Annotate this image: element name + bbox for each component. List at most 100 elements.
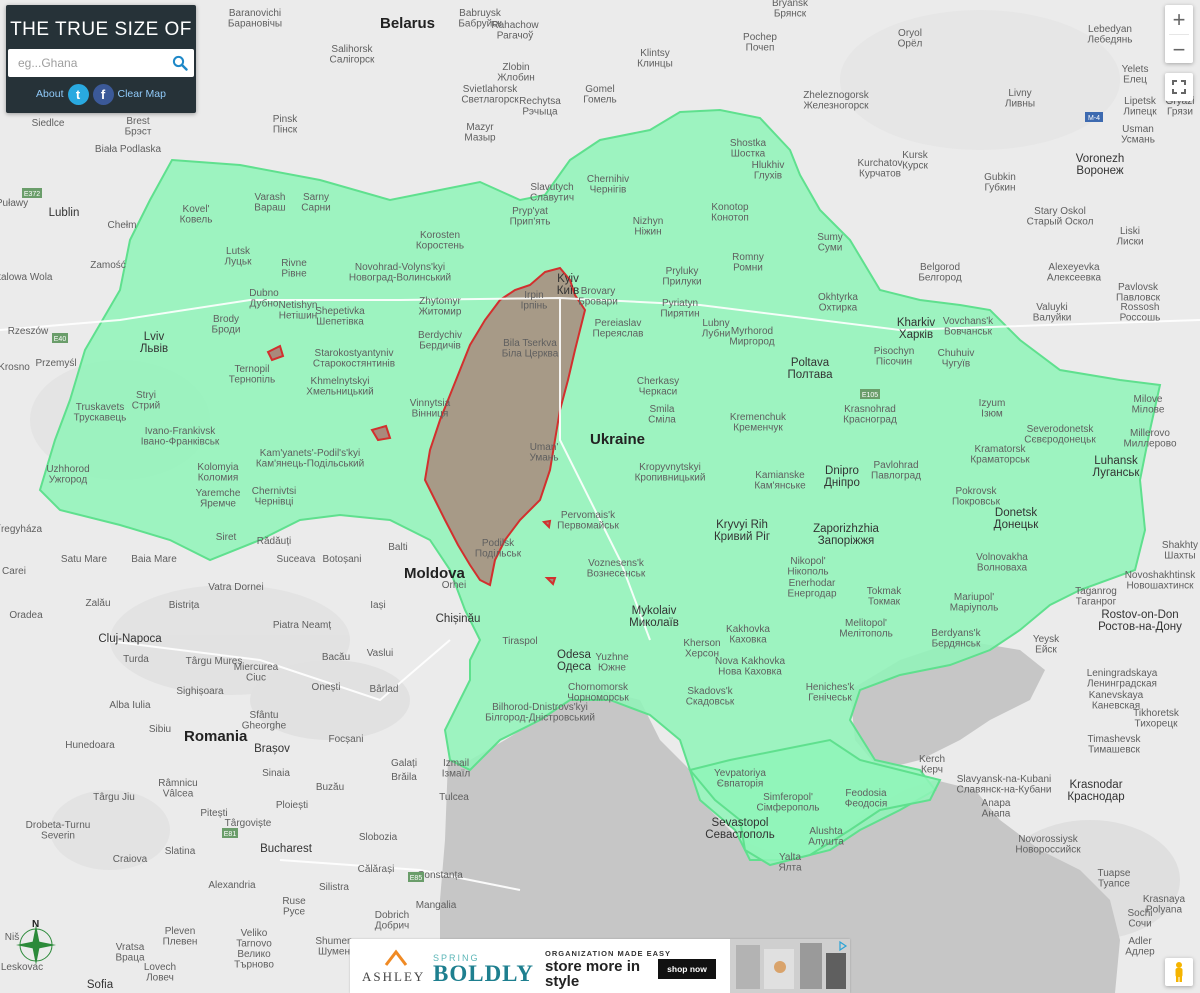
place-label-chuhuiv: Chuhuiv Чугуїв bbox=[938, 348, 975, 370]
place-label-buzau: Buzău bbox=[316, 782, 344, 793]
map-canvas[interactable]: Belarus Ukraine Moldova Romania Baranovi… bbox=[0, 0, 1200, 993]
place-label-berdychiv: Berdychiv Бердичів bbox=[418, 330, 462, 352]
place-label-sumy: Sumy Суми bbox=[817, 232, 843, 254]
search-input[interactable] bbox=[8, 49, 168, 77]
ashley-logo-icon bbox=[384, 949, 408, 966]
place-label-sibiu: Sibiu bbox=[149, 724, 171, 735]
place-label-oryol: Oryol Орёл bbox=[898, 28, 923, 50]
svg-text:E372: E372 bbox=[24, 191, 40, 198]
place-label-pavlovsk: Pavlovsk Павловск bbox=[1116, 282, 1161, 304]
place-label-pulawy: Puławy bbox=[0, 198, 28, 209]
about-link[interactable]: About bbox=[36, 88, 63, 100]
place-label-prypyat: Pryp'yat Прип'ять bbox=[510, 206, 551, 228]
place-label-chernihiv: Chernihiv Чернігів bbox=[587, 174, 629, 196]
place-label-taganrog: Taganrog Таганрог bbox=[1075, 586, 1117, 608]
place-label-lovech: Lovech Ловеч bbox=[144, 962, 176, 984]
place-label-yeysk: Yeysk Ейск bbox=[1033, 634, 1060, 656]
street-view-button[interactable] bbox=[1165, 958, 1193, 986]
place-label-kremenchuk: Kremenchuk Кременчук bbox=[730, 412, 787, 434]
place-label-botosani: Botoșani bbox=[323, 554, 362, 565]
ad-photo bbox=[730, 939, 850, 993]
place-label-tiraspol: Tiraspol bbox=[502, 636, 537, 647]
place-label-izmail: Izmail Ізмаїл bbox=[442, 758, 471, 780]
place-label-gomel: Gomel Гомель bbox=[583, 84, 616, 106]
place-label-braila: Brăila bbox=[391, 772, 417, 783]
country-belarus: Belarus bbox=[380, 15, 435, 32]
place-label-krasnodar: Krasnodar Краснодар bbox=[1067, 779, 1124, 803]
adchoices-icon[interactable] bbox=[838, 941, 848, 951]
place-label-belgorod: Belgorod Белгород bbox=[918, 262, 962, 284]
place-label-shakhty: Shakhty Шахты bbox=[1162, 540, 1198, 562]
search-icon[interactable] bbox=[172, 55, 188, 71]
place-label-pervomaisk: Pervomais'k Первомайськ bbox=[557, 510, 619, 532]
place-label-pryluky: Pryluky Прилуки bbox=[662, 266, 701, 288]
clear-map-link[interactable]: Clear Map bbox=[118, 88, 166, 100]
place-label-chelm: Chełm bbox=[108, 220, 137, 231]
place-label-kryvyi: Kryvyi Rih Кривий Ріг bbox=[714, 519, 770, 543]
zoom-in-button[interactable]: + bbox=[1165, 5, 1193, 34]
place-label-anapa: Anapa Анапа bbox=[982, 798, 1011, 820]
place-label-krasnaya: Krasnaya Polyana bbox=[1143, 894, 1186, 916]
place-label-liski: Liski Лиски bbox=[1116, 226, 1143, 248]
svg-text:E85: E85 bbox=[410, 875, 423, 882]
place-label-odesa: Odesa Одеса bbox=[557, 649, 592, 673]
place-label-kropyvnytskyi: Kropyvnytskyi Кропивницький bbox=[635, 462, 706, 484]
place-label-zalau: Zalău bbox=[85, 598, 110, 609]
place-label-focsani: Focșani bbox=[328, 734, 363, 745]
place-label-ruse: Ruse Русе bbox=[282, 896, 306, 918]
place-label-vovchansk: Vovchans'k Вовчанськ bbox=[943, 316, 994, 338]
place-label-slatina: Slatina bbox=[165, 846, 196, 857]
place-label-balti: Balti bbox=[388, 542, 407, 553]
place-label-klintsy: Klintsy Клинцы bbox=[637, 48, 673, 70]
fullscreen-button[interactable] bbox=[1165, 73, 1193, 101]
place-label-romny: Romny Ромни bbox=[732, 252, 764, 274]
place-label-voznesensk: Voznesens'k Вознесенськ bbox=[587, 558, 646, 580]
place-label-novoshakhtinsk: Novoshakhtinsk Новошахтинск bbox=[1125, 570, 1197, 592]
place-label-varash: Varash Вараш bbox=[254, 192, 285, 214]
place-label-adler: Adler Адлер bbox=[1125, 936, 1155, 958]
place-label-lebedyan: Lebedyan Лебедянь bbox=[1088, 24, 1133, 46]
place-label-mazyr: Mazyr Мазыр bbox=[464, 122, 496, 144]
place-label-nova-kakhovka: Nova Kakhovka Нова Каховка bbox=[715, 656, 785, 678]
place-label-iasi: Iași bbox=[370, 600, 386, 611]
place-label-slavutych: Slavutych Славутич bbox=[530, 182, 574, 204]
place-label-zlobin: Zlobin Жлобин bbox=[497, 62, 535, 84]
ad-banner[interactable]: ASHLEY SPRING BOLDLY ORGANIZATION MADE E… bbox=[350, 939, 850, 993]
place-label-sighisoara: Sighișoara bbox=[176, 686, 224, 697]
place-label-netishyn: Netishyn Нетішин bbox=[279, 300, 318, 322]
place-label-chornomorsk: Chornomorsk Чорноморськ bbox=[567, 682, 629, 704]
place-label-heniches: Heniches'k Генічеськ bbox=[806, 682, 856, 704]
zoom-out-button[interactable]: − bbox=[1165, 35, 1193, 64]
twitter-icon[interactable]: t bbox=[67, 83, 89, 105]
place-label-voronezh: Voronezh Воронеж bbox=[1076, 153, 1125, 177]
place-label-pyriatyn: Pyriatyn Пирятин bbox=[660, 298, 699, 320]
place-label-uzhhorod: Uzhhorod Ужгород bbox=[46, 464, 89, 486]
place-label-shepetivka: Shepetivka Шепетівка bbox=[315, 306, 365, 328]
place-label-rostov: Rostov-on-Don Ростов-на-Дону bbox=[1098, 609, 1182, 633]
pegman-icon bbox=[1175, 962, 1183, 982]
place-label-bacau: Bacău bbox=[322, 652, 350, 663]
place-label-millerovo: Millerovo Миллерово bbox=[1123, 428, 1176, 450]
country-ukraine: Ukraine bbox=[590, 431, 645, 448]
place-label-ivano: Ivano-Frankivsk Івано-Франківськ bbox=[141, 426, 220, 448]
facebook-icon[interactable]: f bbox=[92, 83, 114, 105]
svg-text:E40: E40 bbox=[54, 336, 67, 343]
compass-north-label: N bbox=[32, 919, 39, 930]
place-label-ternopil: Ternopil Тернопіль bbox=[229, 364, 275, 386]
svg-text:E105: E105 bbox=[862, 392, 878, 399]
place-label-starokostiantyniv: Starokostyantyniv Старокостянтинів bbox=[313, 348, 395, 370]
fullscreen-icon bbox=[1172, 80, 1186, 94]
place-label-silistra: Silistra bbox=[319, 882, 349, 893]
place-label-pavlohrad: Pavlohrad Павлоград bbox=[871, 460, 921, 482]
ad-shop-now-button[interactable]: shop now bbox=[658, 959, 716, 979]
place-label-kovel: Kovel' Ковель bbox=[180, 204, 213, 226]
place-label-pinsk: Pinsk Пінск bbox=[273, 114, 298, 136]
place-label-craiova: Craiova bbox=[113, 854, 148, 865]
place-label-targoviste: Târgoviște bbox=[225, 818, 272, 829]
place-label-slavyansk: Slavyansk-na-Kubani Славянск-на-Кубани bbox=[957, 774, 1052, 796]
place-label-leskovac: Leskovac bbox=[1, 962, 43, 973]
place-label-stryi: Stryi Стрий bbox=[132, 390, 161, 412]
place-label-feodosia: Feodosia Феодосія bbox=[845, 788, 888, 810]
place-label-shumen: Shumen Шумен bbox=[315, 936, 352, 958]
place-label-donetsk: Donetsk Донецьк bbox=[994, 507, 1040, 531]
